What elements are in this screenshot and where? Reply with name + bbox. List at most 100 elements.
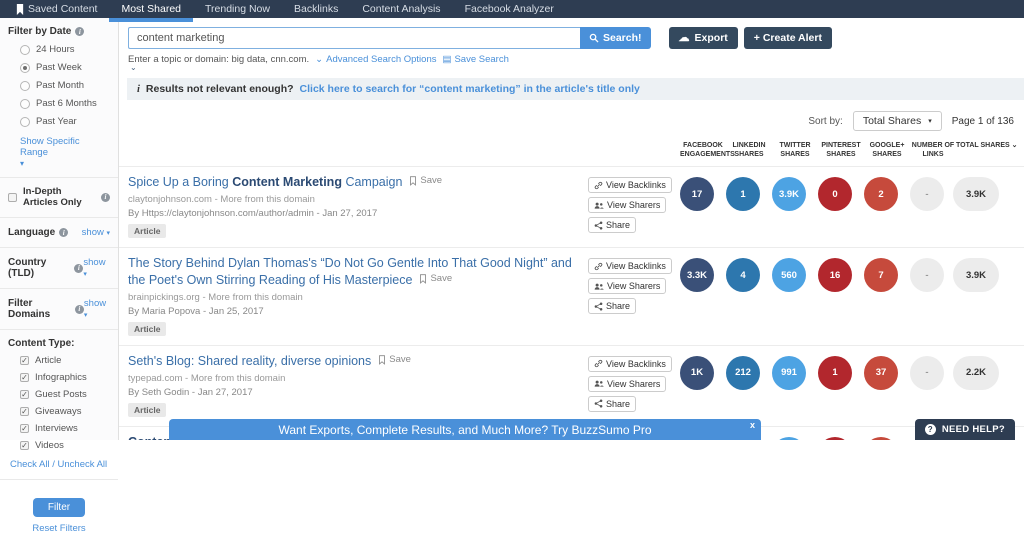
checkbox-icon — [20, 407, 29, 416]
content-type-guest-posts[interactable]: Guest Posts — [20, 389, 110, 400]
content-type-videos[interactable]: Videos — [20, 440, 110, 451]
share-button[interactable]: Share — [588, 396, 636, 412]
in-depth-articles-checkbox[interactable]: In-Depth Articles Only i — [8, 186, 110, 208]
checkbox-icon — [20, 373, 29, 382]
title-only-search-link[interactable]: Click here to search for “content market… — [300, 83, 640, 95]
content-type-article[interactable]: Article — [20, 355, 110, 366]
sharers-icon — [594, 201, 604, 210]
create-alert-button[interactable]: + Create Alert — [744, 27, 832, 49]
article-domain: brainpickings.org — [128, 292, 200, 303]
share-button[interactable]: Share — [588, 217, 636, 233]
more-from-domain-link[interactable]: More from this domain — [191, 373, 286, 384]
nav-item-content-analysis[interactable]: Content Analysis — [350, 0, 452, 18]
content-type-badge: Article — [128, 403, 166, 417]
checkbox-icon — [8, 193, 17, 202]
nav-item-saved-content[interactable]: Saved Content — [4, 0, 109, 18]
filter-section-language: Language ishow ▾ — [0, 218, 118, 248]
sort-direction-icon: ⌄ — [1012, 142, 1018, 149]
result-row: Seth's Blog: Shared reality, diverse opi… — [119, 345, 1024, 426]
advanced-search-options-link[interactable]: ⌄ Advanced Search Options — [315, 54, 436, 65]
export-button[interactable]: ☁ Export — [669, 27, 738, 49]
buzzsumo-pro-banner[interactable]: Want Exports, Complete Results, and Much… — [169, 419, 761, 440]
column-header-facebook-engagements[interactable]: FACEBOOKENGAGEMENTS — [680, 141, 726, 159]
bookmark-icon — [16, 4, 24, 15]
save-search-link[interactable]: ▤ Save Search — [442, 54, 508, 65]
info-icon: i — [75, 305, 84, 314]
show-link-country-tld[interactable]: show ▾ — [83, 257, 110, 279]
advanced-options-caret-icon[interactable]: ⌄ — [130, 65, 1024, 71]
share-button[interactable]: Share — [588, 298, 636, 314]
relevance-notice-bar: i Results not relevant enough? Click her… — [127, 78, 1024, 100]
column-header-google-shares[interactable]: GOOGLE+SHARES — [864, 141, 910, 159]
date-option-past-month[interactable]: Past Month — [20, 80, 110, 91]
table-column-headers: FACEBOOKENGAGEMENTSLINKEDINSHARESTWITTER… — [680, 141, 1024, 159]
radio-icon — [20, 117, 30, 127]
pinterest-shares-value: 16 — [818, 258, 852, 292]
close-icon[interactable]: x — [750, 420, 755, 430]
nav-item-facebook-analyzer[interactable]: Facebook Analyzer — [453, 0, 566, 18]
nav-item-most-shared[interactable]: Most Shared — [109, 0, 193, 18]
view-backlinks-button[interactable]: View Backlinks — [588, 177, 672, 193]
article-title-link[interactable]: Spice Up a Boring Content Marketing Camp… — [128, 174, 588, 190]
chevron-down-icon: ▾ — [928, 117, 932, 125]
twitter-shares-value: 3.9K — [772, 177, 806, 211]
filter-button[interactable]: Filter — [33, 498, 85, 517]
check-all-uncheck-all-link[interactable]: Check All / Uncheck All — [10, 459, 110, 470]
nav-item-backlinks[interactable]: Backlinks — [282, 0, 350, 18]
radio-icon — [20, 45, 30, 55]
article-domain: typepad.com — [128, 373, 182, 384]
column-header-linkedin-shares[interactable]: LINKEDINSHARES — [726, 141, 772, 159]
more-from-domain-link[interactable]: More from this domain — [208, 292, 303, 303]
date-option-past-year[interactable]: Past Year — [20, 116, 110, 127]
save-article-button[interactable]: Save — [378, 354, 411, 366]
save-article-button[interactable]: Save — [409, 175, 442, 187]
more-from-domain-link[interactable]: More from this domain — [220, 194, 315, 205]
pinterest-shares-value: 1 — [818, 356, 852, 390]
chevron-down-icon[interactable]: ▾ — [20, 159, 110, 168]
view-sharers-button[interactable]: View Sharers — [588, 376, 666, 392]
content-type-infographics[interactable]: Infographics — [20, 372, 110, 383]
pinterest-shares-value: 0 — [818, 177, 852, 211]
nav-item-trending-now[interactable]: Trending Now — [193, 0, 282, 18]
date-option-24-hours[interactable]: 24 Hours — [20, 44, 110, 55]
checkbox-icon — [20, 441, 29, 450]
radio-icon — [20, 63, 30, 73]
chevron-down-icon: ▾ — [84, 312, 88, 319]
filter-by-date-section: Filter by Date i 24 HoursPast WeekPast M… — [0, 18, 118, 178]
sharers-icon — [594, 282, 604, 291]
save-article-button[interactable]: Save — [419, 273, 452, 285]
view-sharers-button[interactable]: View Sharers — [588, 278, 666, 294]
result-row: Spice Up a Boring Content Marketing Camp… — [119, 166, 1024, 247]
content-type-giveaways[interactable]: Giveaways — [20, 406, 110, 417]
page-indicator: Page 1 of 136 — [952, 116, 1014, 127]
show-link-language[interactable]: show ▾ — [82, 227, 110, 238]
filters-sidebar: Filter by Date i 24 HoursPast WeekPast M… — [0, 18, 119, 440]
content-type-interviews[interactable]: Interviews — [20, 423, 110, 434]
article-title-link[interactable]: Seth's Blog: Shared reality, diverse opi… — [128, 353, 588, 369]
date-option-past-6-months[interactable]: Past 6 Months — [20, 98, 110, 109]
view-backlinks-button[interactable]: View Backlinks — [588, 356, 672, 372]
linkedin-shares-value: 1 — [726, 177, 760, 211]
column-header-number-of-links[interactable]: NUMBER OFLINKS — [910, 141, 956, 159]
view-backlinks-button[interactable]: View Backlinks — [588, 258, 672, 274]
article-byline: By Maria Popova - Jan 25, 2017 — [128, 306, 588, 317]
radio-icon — [20, 81, 30, 91]
search-input[interactable] — [128, 27, 580, 49]
show-specific-range-link[interactable]: Show Specific Range — [20, 136, 110, 158]
column-header-total-shares[interactable]: TOTAL SHARES ⌄ — [956, 141, 1008, 159]
search-button[interactable]: Search! — [580, 27, 651, 49]
linkedin-shares-value: 212 — [726, 356, 760, 390]
column-header-twitter-shares[interactable]: TWITTERSHARES — [772, 141, 818, 159]
date-option-past-week[interactable]: Past Week — [20, 62, 110, 73]
chevron-down-icon: ▾ — [106, 230, 110, 237]
reset-filters-link[interactable]: Reset Filters — [8, 523, 110, 534]
sort-dropdown[interactable]: Total Shares ▾ — [853, 111, 942, 131]
need-help-button[interactable]: ? NEED HELP? — [915, 419, 1015, 440]
checkbox-icon — [20, 356, 29, 365]
article-title-link[interactable]: The Story Behind Dylan Thomas's “Do Not … — [128, 255, 588, 288]
column-header-pinterest-shares[interactable]: PINTERESTSHARES — [818, 141, 864, 159]
twitter-shares-value: 560 — [772, 258, 806, 292]
article-byline: By Https://claytonjohnson.com/author/adm… — [128, 208, 588, 219]
view-sharers-button[interactable]: View Sharers — [588, 197, 666, 213]
show-link-filter-domains[interactable]: show ▾ — [84, 298, 110, 320]
